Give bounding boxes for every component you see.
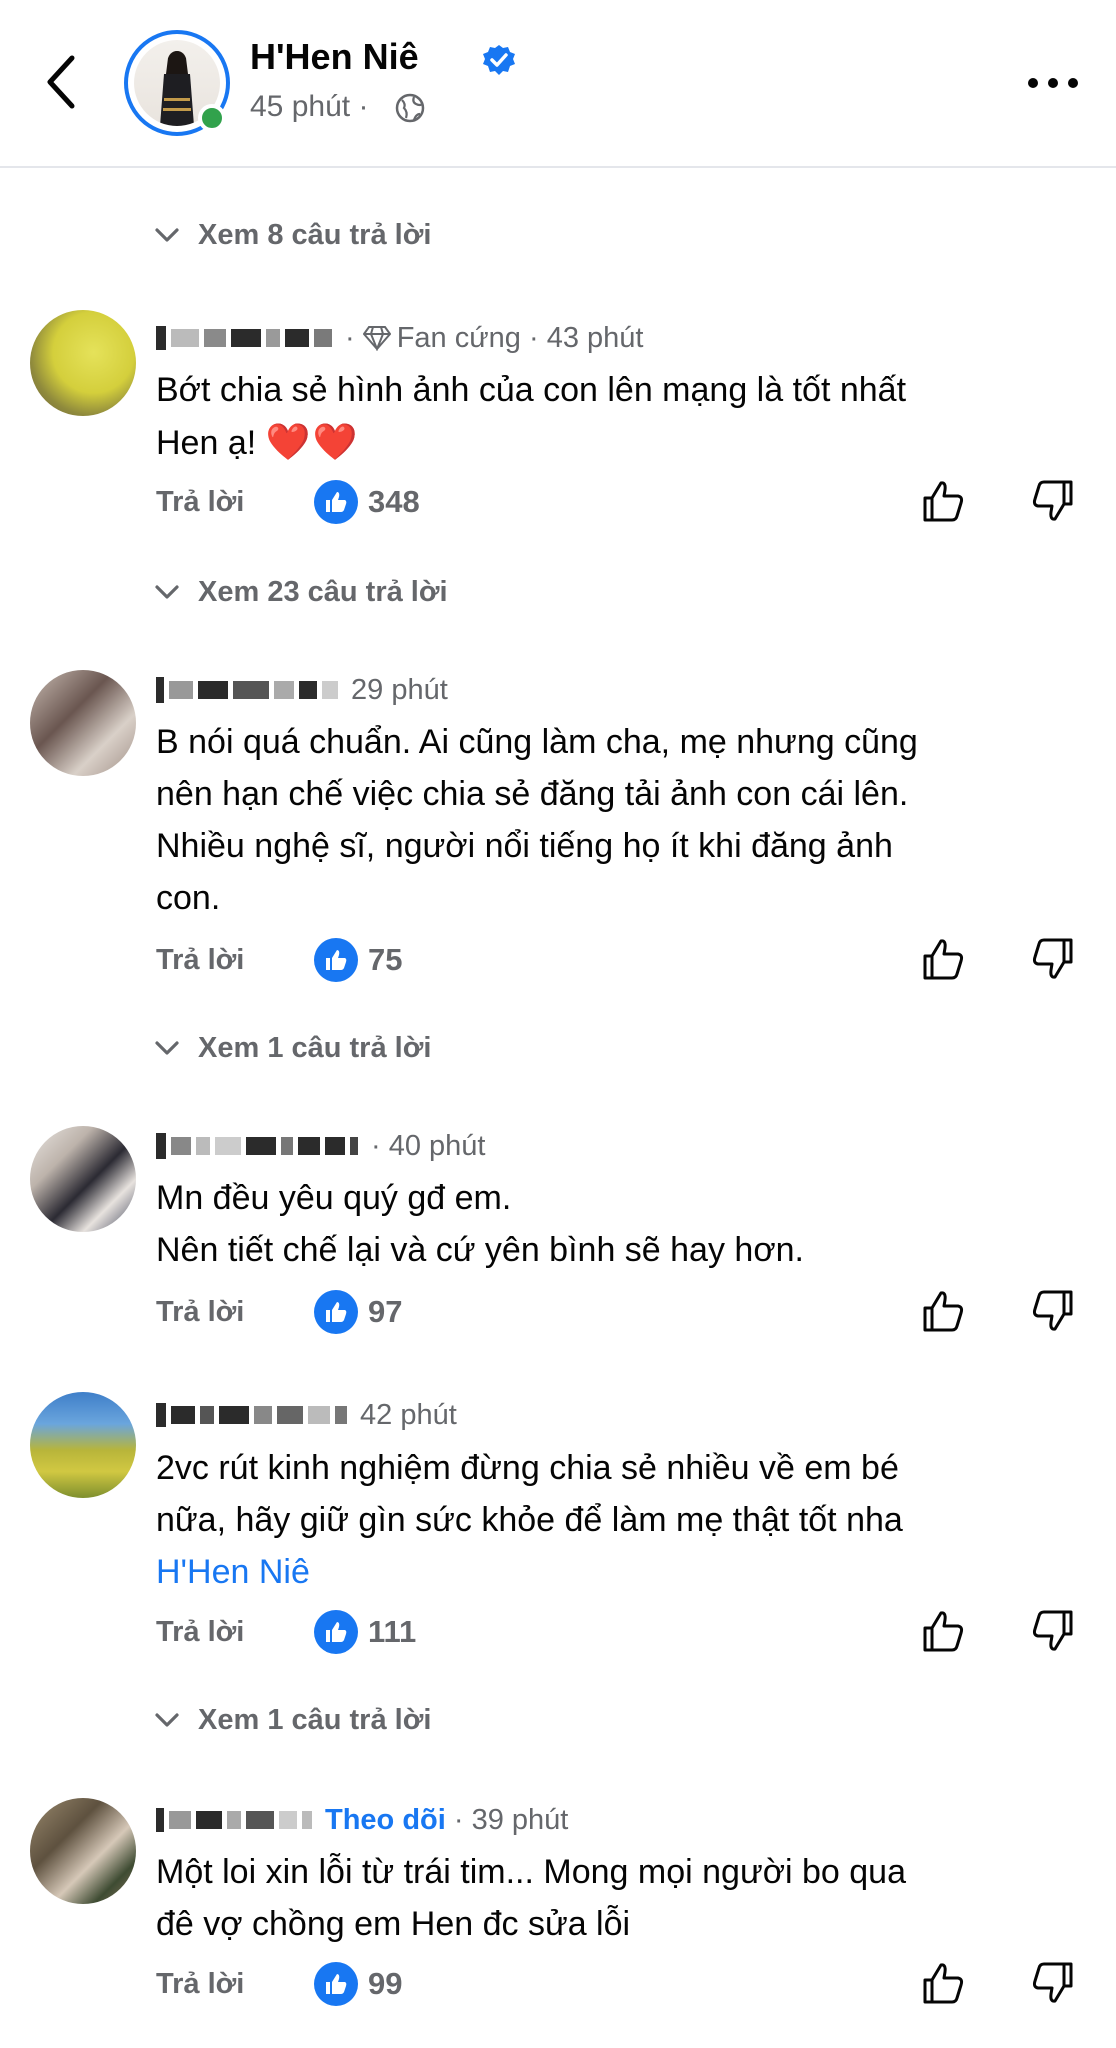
post-time: 45 phút · [250, 90, 369, 123]
commenter-avatar[interactable] [30, 1798, 136, 1904]
thumbs-down-icon[interactable] [1030, 1960, 1076, 2006]
thumbs-down-icon[interactable] [1030, 1608, 1076, 1654]
thumbs-down-icon[interactable] [1030, 936, 1076, 982]
reply-button[interactable]: Trả lời [156, 944, 244, 977]
comment-time: 42 phút [360, 1398, 457, 1431]
like-count: 97 [368, 1294, 403, 1329]
thumbs-up-icon[interactable] [920, 1288, 966, 1334]
like-badge-icon [314, 938, 358, 982]
reply-button[interactable]: Trả lời [156, 1296, 244, 1329]
chevron-down-icon [155, 1713, 179, 1727]
comment-text: Một loi xin lỗi từ trái tim... Mong mọi … [156, 1853, 906, 1943]
comment-meta: 42 phút [360, 1399, 457, 1432]
reply-button[interactable]: Trả lời [156, 486, 244, 519]
mention-link[interactable]: H'Hen Niê [156, 1553, 310, 1591]
view-replies-label: Xem 1 câu trả lời [198, 1703, 432, 1736]
like-count: 75 [368, 942, 403, 977]
verified-badge-icon [483, 45, 515, 75]
thumbs-up-icon[interactable] [920, 936, 966, 982]
comment-meta: · Fan cứng · 43 phút [345, 321, 644, 354]
comment-time: 39 phút [471, 1803, 569, 1836]
view-replies-label: Xem 23 câu trả lời [198, 575, 448, 608]
diamond-icon [362, 326, 391, 351]
like-badge-icon [314, 480, 358, 524]
thumbs-up-icon[interactable] [920, 478, 966, 524]
comment-time: 29 phút [351, 673, 448, 706]
thumbs-up-icon[interactable] [920, 1608, 966, 1654]
commenter-name[interactable]: 42 phút [156, 1395, 457, 1435]
comment-meta: Theo dõi · 39 phút [325, 1803, 569, 1837]
globe-icon [395, 93, 425, 123]
commenter-name[interactable]: 29 phút [156, 670, 448, 710]
comment-meta: 29 phút [351, 674, 448, 707]
follow-button[interactable]: Theo dõi [325, 1804, 446, 1837]
like-badge-icon [314, 1962, 358, 2006]
chevron-down-icon [155, 1041, 179, 1055]
chevron-down-icon [155, 228, 179, 242]
thumbs-down-icon[interactable] [1030, 1288, 1076, 1334]
author-name[interactable]: H'Hen Niê [250, 36, 419, 78]
thumbs-down-icon[interactable] [1030, 478, 1076, 524]
view-replies-button[interactable]: Xem 8 câu trả lời [154, 213, 431, 257]
like-count: 99 [368, 1966, 403, 2001]
commenter-avatar[interactable] [30, 1392, 136, 1498]
commenter-name[interactable]: Theo dõi · 39 phút [156, 1800, 568, 1840]
commenter-avatar[interactable] [30, 1126, 136, 1232]
like-badge-icon [314, 1610, 358, 1654]
comment-meta: · 40 phút [371, 1129, 486, 1162]
comment-text: B nói quá chuẩn. Ai cũng làm cha, mẹ như… [156, 723, 918, 917]
comment-time: 43 phút [546, 321, 644, 354]
like-count: 348 [368, 484, 420, 519]
reply-button[interactable]: Trả lời [156, 1616, 244, 1649]
view-replies-button[interactable]: Xem 1 câu trả lời [154, 1698, 431, 1742]
fan-badge-label: Fan cứng [396, 321, 521, 354]
comment-text: Bớt chia sẻ hình ảnh của con lên mạng là… [156, 371, 907, 462]
like-count: 111 [368, 1614, 417, 1649]
reply-button[interactable]: Trả lời [156, 1968, 244, 2001]
back-chevron-icon[interactable] [40, 52, 84, 112]
commenter-avatar[interactable] [30, 310, 136, 416]
view-replies-label: Xem 8 câu trả lời [198, 218, 432, 251]
view-replies-button[interactable]: Xem 1 câu trả lời [154, 1026, 431, 1070]
view-replies-button[interactable]: Xem 23 câu trả lời [154, 570, 448, 614]
thumbs-up-icon[interactable] [920, 1960, 966, 2006]
commenter-avatar[interactable] [30, 670, 136, 776]
view-replies-label: Xem 1 câu trả lời [198, 1031, 432, 1064]
like-badge-icon [314, 1290, 358, 1334]
more-options-button[interactable] [1026, 62, 1082, 102]
comment-text: 2vc rút kinh nghiệm đừng chia sẻ nhiều v… [156, 1449, 903, 1591]
comment-text: Mn đều yêu quý gđ em. Nên tiết chế lại v… [156, 1179, 804, 1269]
commenter-name[interactable]: · Fan cứng · 43 phút [156, 318, 643, 358]
heart-emoji: ❤️❤️ [265, 421, 360, 462]
online-status-dot [198, 104, 226, 132]
chevron-down-icon [155, 585, 179, 599]
comment-time: 40 phút [388, 1129, 486, 1162]
commenter-name[interactable]: · 40 phút [156, 1126, 485, 1166]
